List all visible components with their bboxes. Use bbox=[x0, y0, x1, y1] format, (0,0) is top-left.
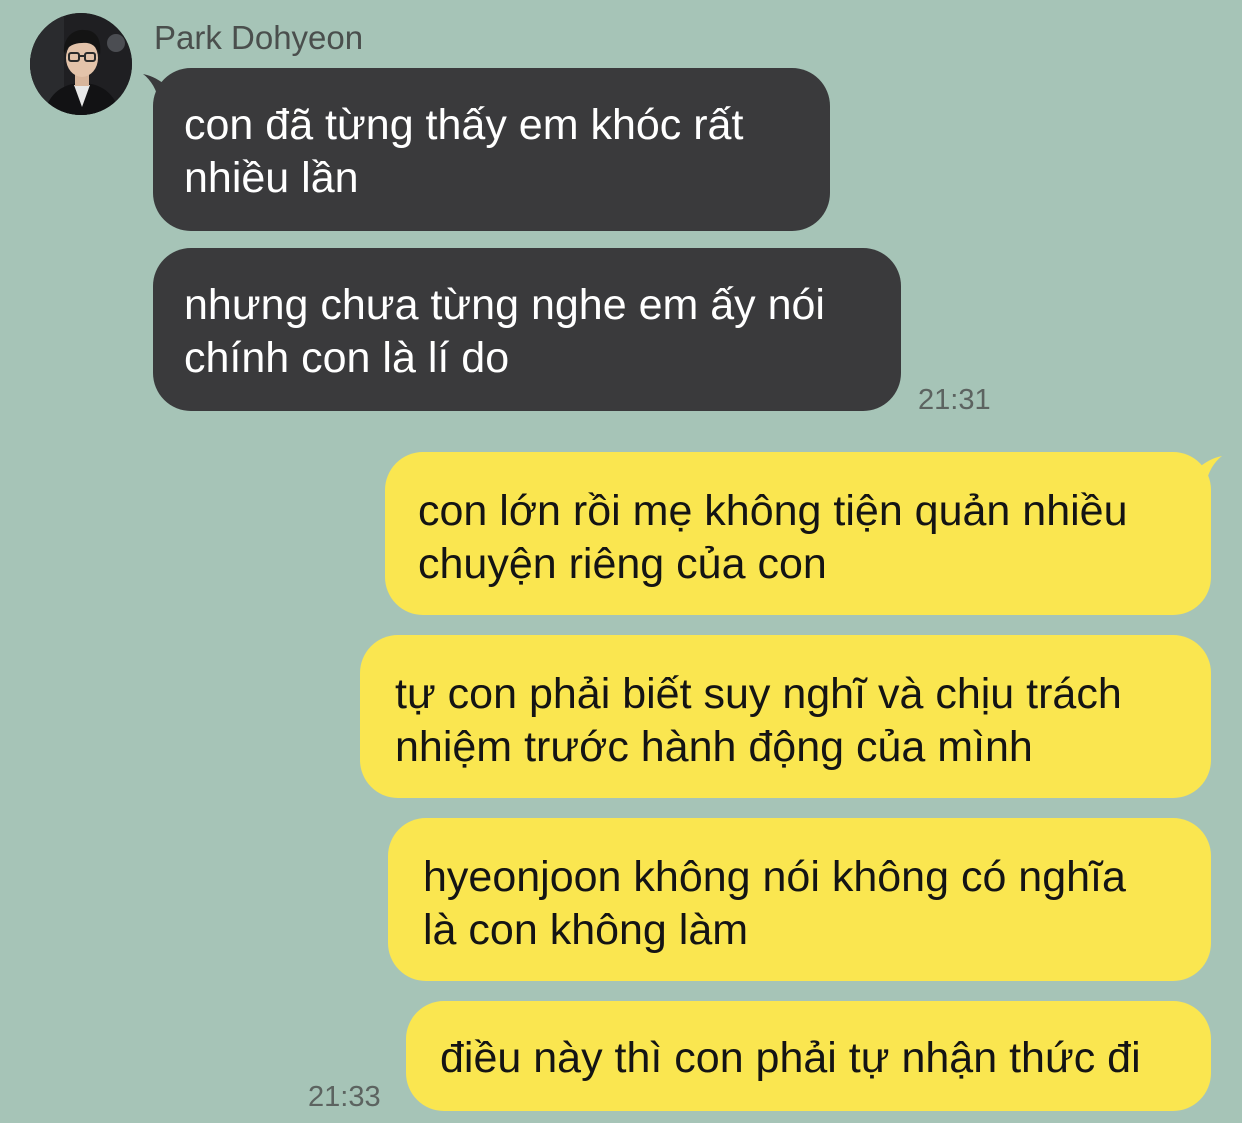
outgoing-message[interactable]: điều này thì con phải tự nhận thức đi bbox=[406, 1001, 1211, 1111]
message-text-line: con đã từng thấy em khóc rất bbox=[184, 101, 744, 149]
contact-avatar[interactable] bbox=[30, 13, 132, 115]
message-text-line: chuyện riêng của con bbox=[418, 540, 827, 588]
message-text-line: chính con là lí do bbox=[184, 334, 510, 382]
message-text-line: nhiệm trước hành động của mình bbox=[395, 723, 1033, 771]
message-text-line: hyeonjoon không nói không có nghĩa bbox=[423, 853, 1126, 901]
message-text-line: là con không làm bbox=[423, 906, 749, 954]
message-text-line: điều này thì con phải tự nhận thức đi bbox=[440, 1034, 1141, 1082]
sender-name: Park Dohyeon bbox=[154, 19, 364, 56]
profile-photo-icon bbox=[30, 13, 132, 115]
incoming-timestamp: 21:31 bbox=[918, 384, 991, 416]
outgoing-message[interactable]: tự con phải biết suy nghĩ và chịu trách … bbox=[360, 635, 1211, 798]
message-text-line: tự con phải biết suy nghĩ và chịu trách bbox=[395, 670, 1122, 718]
message-text-line: nhiều lần bbox=[184, 154, 359, 202]
message-text-line: nhưng chưa từng nghe em ấy nói bbox=[184, 281, 825, 329]
outgoing-message[interactable]: con lớn rồi mẹ không tiện quản nhiều chu… bbox=[385, 452, 1211, 615]
message-text-line: con lớn rồi mẹ không tiện quản nhiều bbox=[418, 487, 1128, 535]
outgoing-timestamp: 21:33 bbox=[308, 1081, 381, 1113]
outgoing-message[interactable]: hyeonjoon không nói không có nghĩa là co… bbox=[388, 818, 1211, 981]
incoming-message[interactable]: nhưng chưa từng nghe em ấy nói chính con… bbox=[153, 248, 901, 411]
incoming-message[interactable]: con đã từng thấy em khóc rất nhiều lần bbox=[153, 68, 830, 231]
